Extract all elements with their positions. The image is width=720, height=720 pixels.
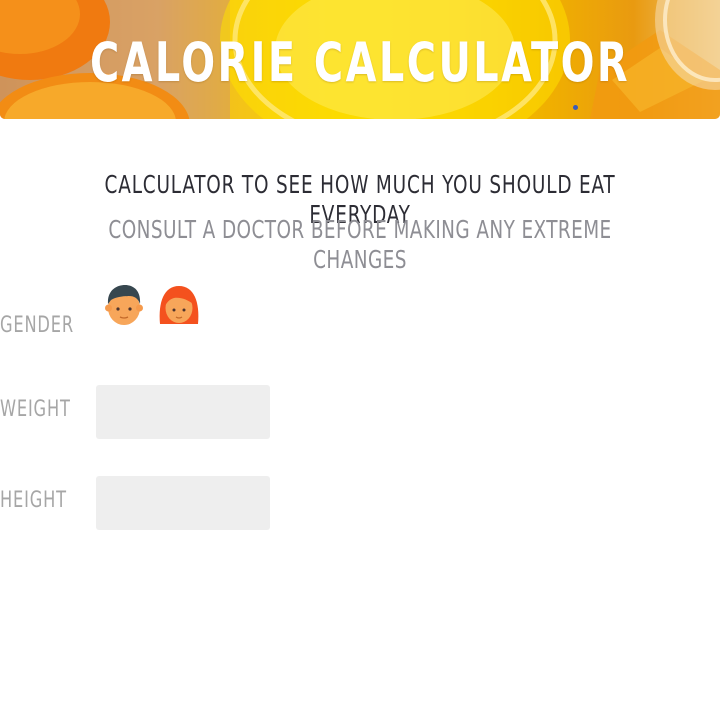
- gender-label: GENDER: [0, 313, 74, 338]
- weight-input[interactable]: [96, 385, 270, 439]
- height-label: HEIGHT: [0, 488, 67, 513]
- page-title: CALORIE CALCULATOR: [89, 31, 631, 94]
- doctor-warning: CONSULT A DOCTOR BEFORE MAKING ANY EXTRE…: [108, 215, 612, 274]
- carousel-dot-indicator: [573, 105, 578, 110]
- header-banner: CALORIE CALCULATOR: [0, 0, 720, 119]
- female-avatar-icon[interactable]: [156, 282, 202, 328]
- weight-label: WEIGHT: [0, 397, 71, 422]
- height-input[interactable]: [96, 476, 270, 530]
- calorie-calculator-page: CALORIE CALCULATOR CALCULATOR TO SEE HOW…: [0, 0, 720, 720]
- male-avatar-icon[interactable]: [101, 282, 147, 328]
